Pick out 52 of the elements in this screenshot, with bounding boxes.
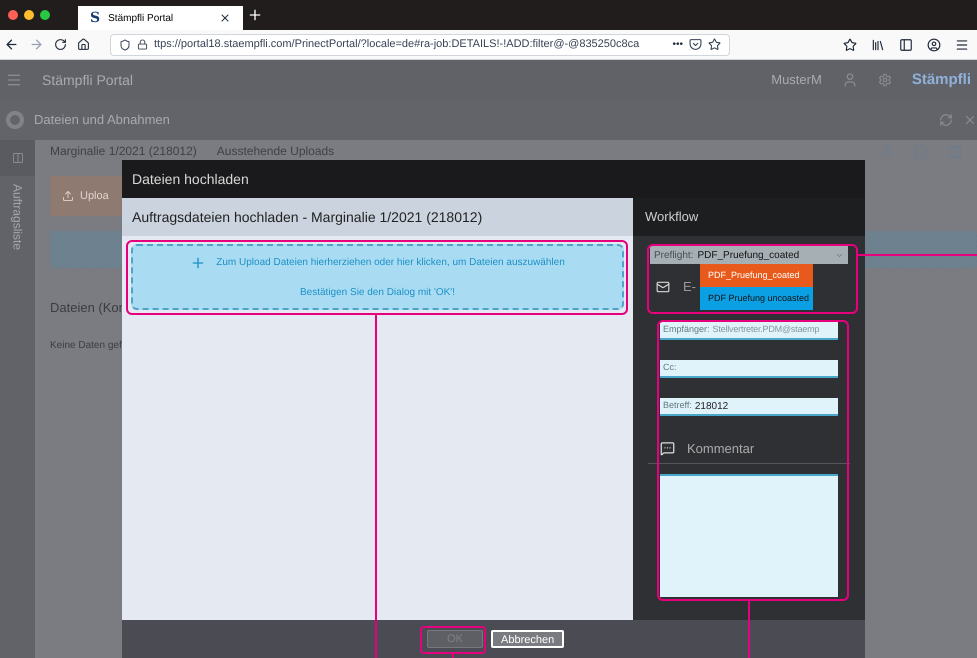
preflight-select[interactable]: Preflight: PDF_Pruefung_coated xyxy=(650,246,848,264)
app-title: Stämpfli Portal xyxy=(42,70,134,90)
menu-icon[interactable] xyxy=(955,38,969,52)
comment-icon xyxy=(660,441,675,456)
user-name: MusterM xyxy=(771,71,822,90)
input-field[interactable]: Empfänger: Stellvertreter.PDM@staemp xyxy=(660,322,838,340)
pocket-icon[interactable] xyxy=(689,38,702,51)
files-heading: Dateien (Kor xyxy=(50,299,123,317)
app-logo-icon xyxy=(6,111,24,129)
account-icon[interactable] xyxy=(927,38,941,52)
url-field[interactable]: ttps://portal18.staempfli.com/PrinectPortal/?locale=de#ra-job:DETAILS!-!ADD:filter@-@835250c8ca ••• xyxy=(110,34,730,56)
dropdown-option[interactable]: PDF_Pruefung_coated xyxy=(700,264,813,287)
dialog-title: Dateien hochladen xyxy=(132,170,249,188)
upload-icon xyxy=(62,190,74,202)
more-button[interactable]: ••• xyxy=(672,37,683,52)
browser-tab[interactable]: S Stämpfli Portal xyxy=(78,6,243,30)
sidebar-icon[interactable] xyxy=(899,38,913,52)
dropzone[interactable]: Zum Upload Dateien hierherziehen oder hier klicken, um Dateien auszuwählen Bestätigen Sie den Dialog mit 'OK'! xyxy=(131,244,624,310)
logo: Stämpfli xyxy=(912,70,971,90)
close-icon[interactable] xyxy=(219,12,231,24)
dropdown-option[interactable]: PDF Pruefung uncoasted xyxy=(700,287,813,310)
dropzone-text: Zum Upload Dateien hierherziehen oder hier klicken, um Dateien auszuwählen xyxy=(216,256,565,270)
leader-line xyxy=(748,601,750,658)
mail-icon xyxy=(655,280,671,294)
input-field[interactable]: Betreff: 218012 xyxy=(660,398,838,416)
new-tab-icon[interactable] xyxy=(247,7,263,23)
email-label: E- xyxy=(683,278,696,296)
job-title: Marginalie 1/2021 (218012) xyxy=(50,144,197,158)
dropzone-hint: Bestätigen Sie den Dialog mit 'OK'! xyxy=(300,286,455,300)
workflow-title: Workflow xyxy=(645,208,698,226)
comment-label: Kommentar xyxy=(687,440,754,458)
empty-message: Keine Daten gef xyxy=(50,338,122,352)
highlight-frame xyxy=(420,626,486,654)
reload-icon[interactable] xyxy=(54,38,67,51)
shield-icon[interactable] xyxy=(119,38,131,50)
upload-button[interactable]: Uploa xyxy=(50,176,122,216)
comment-field[interactable] xyxy=(660,474,838,597)
bookmark-star-icon[interactable] xyxy=(708,38,721,51)
panel-title: Auftragsdateien hochladen - Marginalie 1/2021 (218012) xyxy=(132,208,482,227)
star-list-icon[interactable] xyxy=(843,38,857,52)
pending-uploads: Ausstehende Uploads xyxy=(216,144,334,158)
back-icon[interactable] xyxy=(4,37,19,52)
section-title: Dateien und Abnahmen xyxy=(34,111,170,130)
favicon-icon: S xyxy=(90,8,100,28)
tab-title: Stämpfli Portal xyxy=(108,12,174,26)
dialog-button[interactable]: Abbrechen xyxy=(491,630,564,648)
input-field[interactable]: Cc: xyxy=(660,360,838,378)
home-icon[interactable] xyxy=(77,38,90,51)
lock-icon xyxy=(137,39,148,50)
sidebar-label[interactable]: Auftragsliste xyxy=(8,184,26,250)
library-icon[interactable] xyxy=(871,38,885,52)
url-text: ttps://portal18.staempfli.com/PrinectPortal/?locale=de#ra-job:DETAILS!-!ADD:filter@-@835250c8ca xyxy=(154,37,640,52)
